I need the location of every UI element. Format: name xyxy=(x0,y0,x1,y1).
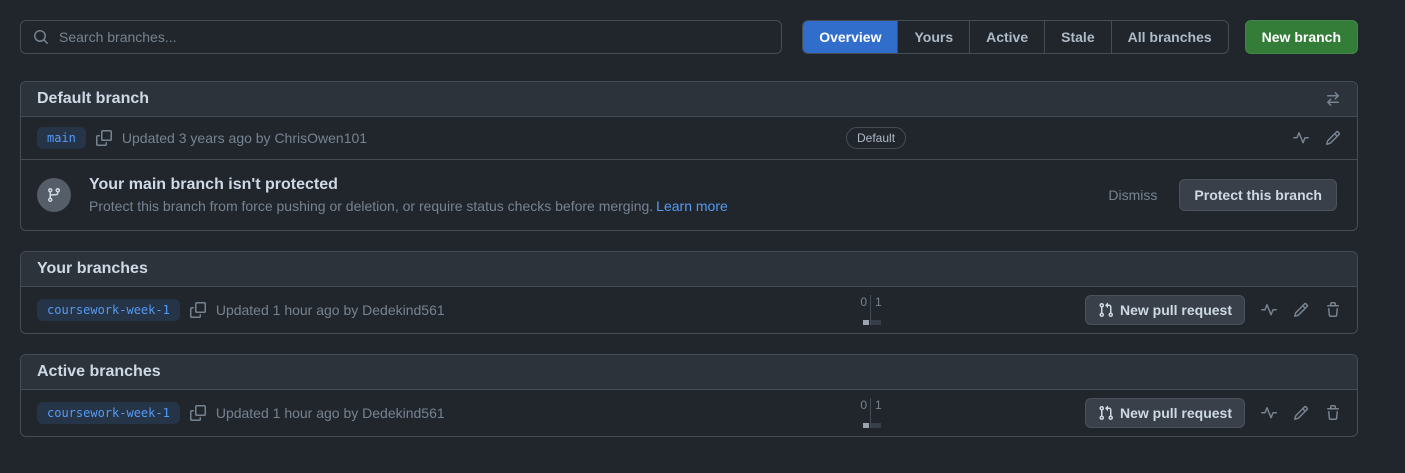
trash-icon xyxy=(1325,302,1341,318)
rename-branch-button[interactable] xyxy=(1293,302,1309,318)
section-title-active-branches: Active branches xyxy=(37,363,161,381)
pencil-icon xyxy=(1293,405,1309,421)
git-pull-request-icon xyxy=(1098,405,1114,421)
branch-row-actions xyxy=(1293,130,1341,146)
branch-row-coursework-week-1: coursework-week-1 Updated 1 hour ago by … xyxy=(21,390,1357,436)
branch-row-main: main Updated 3 years ago by ChrisOwen101… xyxy=(21,117,1357,159)
notice-description-text: Protect this branch from force pushing o… xyxy=(89,198,653,214)
pulse-icon xyxy=(1261,302,1277,318)
branch-activity-button[interactable] xyxy=(1261,405,1277,421)
git-pull-request-icon xyxy=(1098,302,1114,318)
branch-link-coursework-week-1[interactable]: coursework-week-1 xyxy=(37,402,180,424)
trash-icon xyxy=(1325,405,1341,421)
pulse-icon xyxy=(1293,130,1309,146)
branch-updated-text: Updated 1 hour ago by Dedekind561 xyxy=(216,302,445,318)
branch-row-mid: Default xyxy=(846,127,906,149)
section-title-your-branches: Your branches xyxy=(37,260,148,278)
branch-row-coursework-week-1: coursework-week-1 Updated 1 hour ago by … xyxy=(21,287,1357,333)
ahead-behind-indicator: 0 1 xyxy=(846,398,896,428)
notice-actions: Dismiss Protect this branch xyxy=(1108,179,1341,211)
arrow-switch-icon xyxy=(1325,91,1341,107)
notice-title: Your main branch isn't protected xyxy=(89,176,1090,194)
branch-row-actions: New pull request xyxy=(1085,398,1341,428)
new-branch-button[interactable]: New branch xyxy=(1245,20,1358,54)
tab-yours[interactable]: Yours xyxy=(897,21,969,53)
behind-bar xyxy=(863,320,869,325)
toolbar: Overview Yours Active Stale All branches… xyxy=(20,20,1358,54)
branch-updated-text: Updated 3 years ago by ChrisOwen101 xyxy=(122,130,367,146)
notice-body: Your main branch isn't protected Protect… xyxy=(89,176,1090,214)
new-pull-request-button[interactable]: New pull request xyxy=(1085,398,1245,428)
search-icon xyxy=(33,29,49,45)
tab-stale[interactable]: Stale xyxy=(1044,21,1110,53)
ahead-bar xyxy=(871,423,881,428)
copy-branch-name-button[interactable] xyxy=(96,130,112,146)
search-branches-input[interactable] xyxy=(57,28,769,46)
branch-info: coursework-week-1 Updated 1 hour ago by … xyxy=(37,402,445,424)
protect-branch-button[interactable]: Protect this branch xyxy=(1179,179,1337,211)
branch-filter-tabs: Overview Yours Active Stale All branches xyxy=(802,20,1228,54)
branch-activity-button[interactable] xyxy=(1293,130,1309,146)
delete-branch-button[interactable] xyxy=(1325,302,1341,318)
ahead-count: 1 xyxy=(875,398,882,412)
new-pull-request-label: New pull request xyxy=(1120,405,1232,421)
behind-count: 0 xyxy=(860,295,867,309)
rename-branch-button[interactable] xyxy=(1293,405,1309,421)
branch-link-coursework-week-1[interactable]: coursework-week-1 xyxy=(37,299,180,321)
active-branches-header: Active branches xyxy=(21,355,1357,390)
default-badge: Default xyxy=(846,127,906,149)
tab-all-branches[interactable]: All branches xyxy=(1111,21,1228,53)
copy-icon xyxy=(190,302,206,318)
your-branches-section: Your branches coursework-week-1 Updated … xyxy=(20,251,1358,334)
behind-bar xyxy=(863,423,869,428)
ahead-bar xyxy=(871,320,881,325)
search-branches-box[interactable] xyxy=(20,20,782,54)
branch-info: main Updated 3 years ago by ChrisOwen101 xyxy=(37,127,367,149)
ahead-behind-indicator: 0 1 xyxy=(846,295,896,325)
default-branch-section: Default branch main Updated 3 years ago … xyxy=(20,81,1358,231)
new-pull-request-button[interactable]: New pull request xyxy=(1085,295,1245,325)
git-branch-icon xyxy=(37,178,71,212)
rename-branch-button[interactable] xyxy=(1325,130,1341,146)
copy-icon xyxy=(96,130,112,146)
branch-row-actions: New pull request xyxy=(1085,295,1341,325)
dismiss-button[interactable]: Dismiss xyxy=(1108,187,1157,203)
active-branches-section: Active branches coursework-week-1 Update… xyxy=(20,354,1358,437)
change-default-branch-button[interactable] xyxy=(1325,91,1341,107)
copy-branch-name-button[interactable] xyxy=(190,405,206,421)
your-branches-header: Your branches xyxy=(21,252,1357,287)
copy-icon xyxy=(190,405,206,421)
pencil-icon xyxy=(1293,302,1309,318)
branch-activity-button[interactable] xyxy=(1261,302,1277,318)
branch-protection-notice: Your main branch isn't protected Protect… xyxy=(21,159,1357,230)
pencil-icon xyxy=(1325,130,1341,146)
ahead-count: 1 xyxy=(875,295,882,309)
section-title-default-branch: Default branch xyxy=(37,90,149,108)
copy-branch-name-button[interactable] xyxy=(190,302,206,318)
new-pull-request-label: New pull request xyxy=(1120,302,1232,318)
branch-info: coursework-week-1 Updated 1 hour ago by … xyxy=(37,299,445,321)
branches-page: Overview Yours Active Stale All branches… xyxy=(0,0,1385,437)
pulse-icon xyxy=(1261,405,1277,421)
learn-more-link[interactable]: Learn more xyxy=(656,198,728,214)
branch-link-main[interactable]: main xyxy=(37,127,86,149)
behind-count: 0 xyxy=(860,398,867,412)
tab-overview[interactable]: Overview xyxy=(803,21,897,53)
branch-updated-text: Updated 1 hour ago by Dedekind561 xyxy=(216,405,445,421)
notice-description: Protect this branch from force pushing o… xyxy=(89,198,1090,214)
delete-branch-button[interactable] xyxy=(1325,405,1341,421)
tab-active[interactable]: Active xyxy=(969,21,1044,53)
default-branch-header: Default branch xyxy=(21,82,1357,117)
